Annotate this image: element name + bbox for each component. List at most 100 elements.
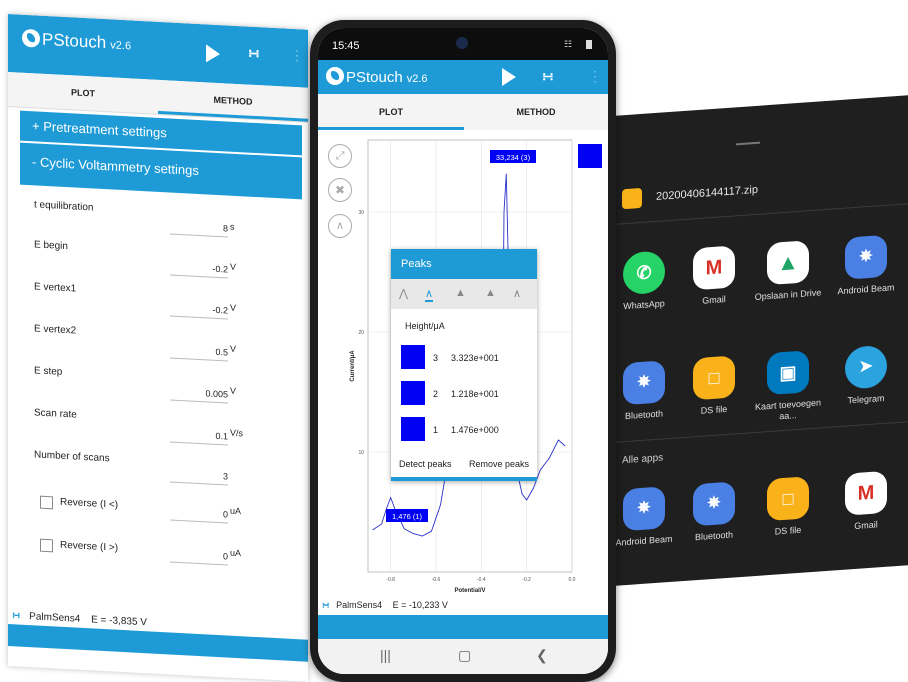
y-axis-label: Current/μA [350,350,356,382]
peak-fill-tool-icon[interactable]: ▲ [485,287,496,299]
telegram-icon: ➤ [845,344,887,390]
app-label: Opslaan in Drive [754,287,822,303]
share-app-drive[interactable]: ▲ Opslaan in Drive [748,239,828,304]
wireless-connection-icon: ∺ [322,600,330,610]
peak-tool-icon[interactable]: ⋀ [399,287,408,300]
e-vertex1-input[interactable]: -0.2 [170,302,228,320]
play-icon[interactable] [502,68,516,86]
more-options-icon[interactable]: ⋮ [588,68,602,85]
tab-plot[interactable]: PLOT [8,72,158,114]
e-begin-input[interactable]: -0.2 [170,261,228,279]
app-bar: PStouch v2.6 ∺ ⋮ [318,60,608,94]
home-icon[interactable]: ▢ [458,647,471,664]
phone-screen: 15:45 ☷ PStouch v2.6 ∺ ⋮ PLOT METHOD ⤢ ✖ … [318,28,608,674]
device-name: PalmSens4 [29,611,81,625]
drag-handle[interactable] [736,141,760,146]
field-unit: V [230,302,237,313]
app-label: Gmail [854,519,878,532]
y-tick-label: 30 [358,210,364,216]
more-options-icon[interactable]: ⋮ [290,47,304,65]
whatsapp-icon: ✆ [623,250,665,296]
reverse-lower-checkbox[interactable] [40,495,53,510]
peak-height: 1.476e+000 [451,425,499,435]
signal-icon: ☷ [564,39,573,49]
play-icon[interactable] [206,44,220,64]
share-app-ds-file[interactable]: □ DS file [748,475,828,540]
wireless-connection-icon[interactable]: ∺ [542,68,554,85]
battery-icon [586,40,592,49]
share-app-gmail[interactable]: M Gmail [826,469,906,534]
trello-icon: ▣ [767,350,809,396]
reverse-upper-input[interactable]: 0 [170,548,228,566]
checkbox-label: Reverse (I >) [60,539,119,554]
reverse-upper-checkbox[interactable] [40,538,53,553]
height-column-header: Height/μA [405,321,445,331]
field-label: E begin [34,239,68,253]
app-name: PStouch [42,29,107,53]
dialog-bottom-bar [391,477,537,481]
y-tick-label: 20 [358,330,364,336]
share-app-gmail[interactable]: M Gmail [674,244,754,309]
pstouch-logo-icon [22,28,40,48]
app-label: Telegram [847,392,885,406]
x-tick-label: -0.6 [432,577,441,583]
share-app-android-beam[interactable]: ✵ Android Beam [826,233,906,298]
scan-rate-input[interactable]: 0.1 [170,428,228,446]
bluetooth-icon: ✵ [623,486,665,532]
peak-index: 1 [433,425,439,435]
annotation-label: 33,234 (3) [496,153,531,162]
wireless-connection-icon: ∺ [12,610,21,622]
bluetooth-icon: ✵ [623,360,665,406]
tab-method[interactable]: METHOD [464,94,608,130]
remove-peaks-button[interactable]: Remove peaks [469,459,529,469]
google-drive-icon: ▲ [767,240,809,286]
detect-peaks-button[interactable]: Detect peaks [399,459,452,469]
peak-baseline-tool-icon[interactable]: ∧ [513,287,521,300]
peak-height-tool-icon[interactable]: ∧ [425,287,434,302]
device-name: PalmSens4 [336,600,383,610]
share-app-ds-file[interactable]: □ DS file [674,354,754,419]
field-unit: V [230,261,237,272]
app-logo: PStouch v2.6 [326,67,428,86]
share-app-bluetooth[interactable]: ✵ Bluetooth [674,480,754,545]
peak-area-tool-icon[interactable]: ▲ [455,287,466,299]
tab-method[interactable]: METHOD [158,79,308,122]
legend-swatch[interactable] [578,144,602,168]
x-tick-label: -0.8 [386,577,395,583]
number-of-scans-input[interactable]: 3 [170,468,228,486]
t-equilibration-input[interactable]: 8 [170,220,228,238]
reverse-lower-input[interactable]: 0 [170,506,228,524]
app-label: Bluetooth [694,529,734,543]
annotation-peak-3: 33,234 (3) [490,150,536,163]
tab-plot[interactable]: PLOT [318,94,464,130]
peak-color-swatch [401,381,425,405]
clock: 15:45 [332,40,360,52]
peak-row[interactable]: 3 3.323e+001 [391,345,537,373]
y-tick-label: 10 [358,450,364,456]
peaks-dialog: Peaks ⋀ ∧ ▲ ▲ ∧ Height/μA 3 3.323e+001 2… [391,249,537,481]
field-label: E vertex1 [34,281,77,295]
app-name: PStouch [346,69,403,86]
wireless-connection-icon[interactable]: ∺ [248,45,260,63]
peak-row[interactable]: 2 1.218e+001 [391,381,537,409]
x-axis-label: Potential/V [454,588,485,594]
zip-file-icon [622,187,642,210]
e-step-input[interactable]: 0.005 [170,386,228,404]
share-app-telegram[interactable]: ➤ Telegram [826,343,906,408]
app-logo: PStouch v2.6 [22,28,131,55]
e-vertex2-input[interactable]: 0.5 [170,344,228,362]
annotation-peak-1: 1,476 (1) [386,509,428,522]
peak-height: 3.323e+001 [451,353,499,363]
share-app-trello[interactable]: ▣ Kaart toevoegen aa... [748,349,828,425]
peak-color-swatch [401,345,425,369]
back-icon[interactable]: ❮ [536,647,548,664]
peak-index: 2 [433,389,439,399]
peak-row[interactable]: 1 1.476e+000 [391,417,537,445]
x-axis-ticks: -0.8 -0.6 -0.4 -0.2 0.0 [386,577,575,583]
field-label: t equilibration [34,199,94,214]
front-camera [456,37,468,49]
recent-apps-icon[interactable]: ||| [380,647,391,663]
tab-bar: PLOT METHOD [318,94,608,130]
field-label: E step [34,365,63,378]
peak-color-swatch [401,417,425,441]
